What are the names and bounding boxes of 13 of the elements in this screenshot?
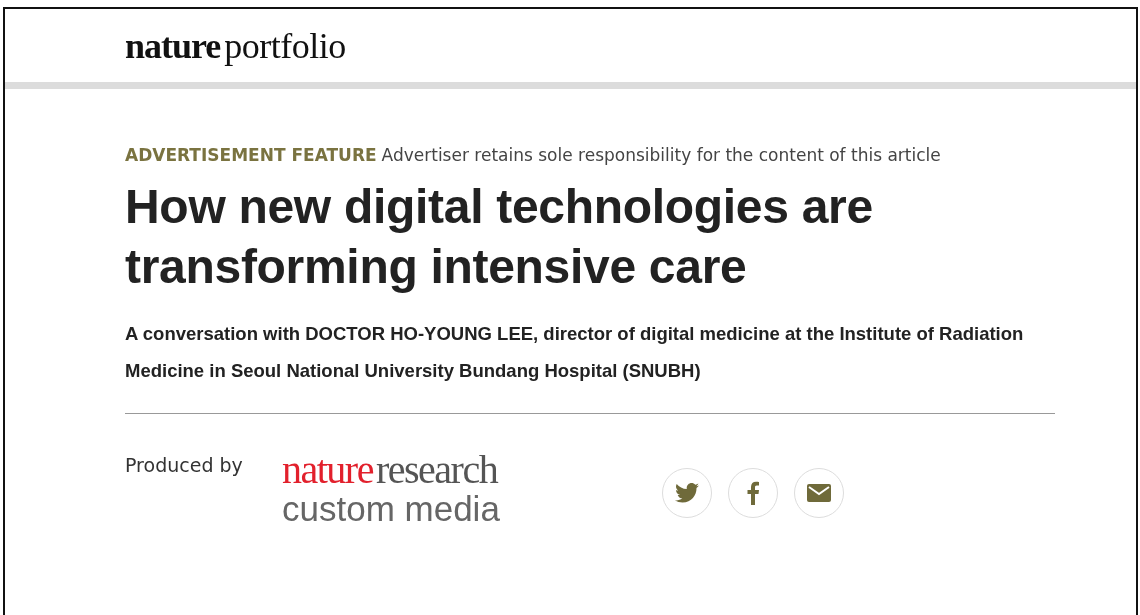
bird-icon (675, 483, 699, 503)
share-button[interactable] (662, 468, 712, 518)
share-button[interactable] (794, 468, 844, 518)
logo[interactable]: natureportfolio (125, 24, 346, 67)
disclaimer: Advertiser retains sole responsibility for the content of this article (381, 145, 941, 165)
producer-logo: natureresearch custom media (282, 450, 501, 528)
article-subtitle: A conversation with DOCTOR HO-YOUNG LEE, director of digital medicine at the Institute of Radiation Medicine in Seoul National University Bundang Hospital (SNUBH) (125, 322, 1025, 383)
article-title: How new digital technologies are transforming intensive care (125, 179, 874, 295)
feature-label: ADVERTISEMENT FEATURE (125, 145, 377, 165)
envelope-icon (807, 484, 831, 502)
share-button[interactable] (728, 468, 778, 518)
produced-by-label: Produced by (125, 454, 244, 476)
f-icon (747, 481, 759, 505)
